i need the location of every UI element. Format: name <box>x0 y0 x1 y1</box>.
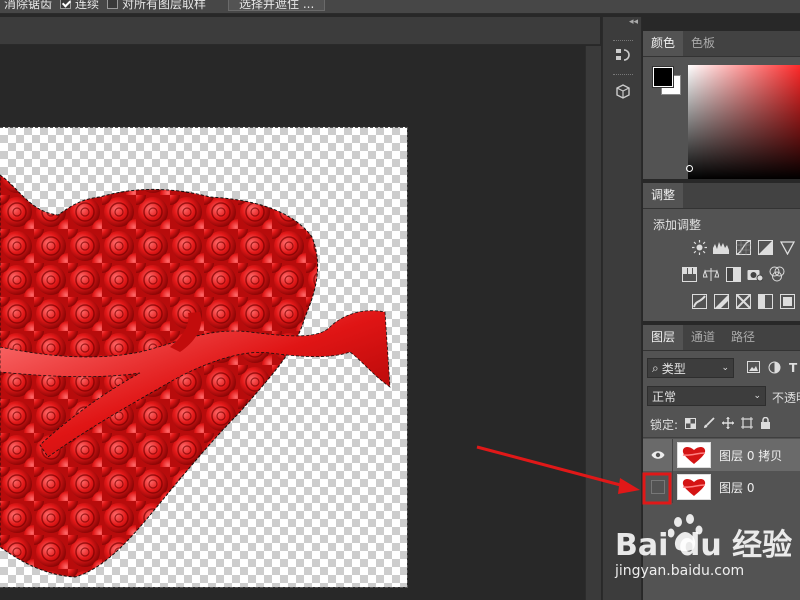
color-picker-cursor[interactable] <box>686 165 693 172</box>
tab-swatches[interactable]: 色板 <box>683 31 723 56</box>
photo-filter-icon[interactable] <box>747 266 763 282</box>
vertical-scrollbar[interactable] <box>585 46 601 600</box>
contiguous-label: 连续 <box>75 0 100 11</box>
chevron-down-icon: ⌄ <box>721 363 729 373</box>
layer-thumbnail <box>677 474 711 500</box>
layer-filter-select[interactable]: ⌕ 类型 ⌄ <box>647 358 734 378</box>
lock-transparent-icon[interactable] <box>685 417 697 432</box>
tab-color[interactable]: 颜色 <box>643 31 684 56</box>
tab-channels[interactable]: 通道 <box>683 325 723 350</box>
layer-row-copy[interactable]: 图层 0 拷贝 <box>643 439 800 471</box>
color-panel: 颜色 色板 <box>643 31 800 179</box>
anti-alias-label: 消除锯齿 <box>4 0 53 11</box>
levels-icon[interactable] <box>713 239 729 255</box>
layer-name[interactable]: 图层 0 <box>719 479 754 496</box>
lock-label: 锁定: <box>650 418 679 432</box>
layer-name[interactable]: 图层 0 拷贝 <box>719 447 782 464</box>
gradient-map-icon[interactable] <box>757 293 773 309</box>
channel-mixer-icon[interactable] <box>769 266 785 282</box>
blend-mode-select[interactable]: 正常 ⌄ <box>647 386 766 406</box>
layers-panel-tabs: 图层 通道 路径 <box>643 325 800 351</box>
foreground-color-swatch[interactable] <box>652 66 674 88</box>
color-picker-field[interactable] <box>688 65 800 179</box>
exposure-icon[interactable] <box>757 239 773 255</box>
history-icon[interactable] <box>609 42 637 68</box>
add-adjustment-title: 添加调整 <box>653 218 702 232</box>
document-tab-bar <box>0 17 600 45</box>
select-and-mask-label: 选择并遮住 ... <box>239 0 315 11</box>
tab-adjustments[interactable]: 调整 <box>643 183 684 208</box>
adjustments-panel: 调整 添加调整 <box>643 183 800 321</box>
layers-divider <box>643 437 800 438</box>
adjustment-row-2 <box>681 266 785 282</box>
watermark-url: jingyan.baidu.com <box>615 563 745 579</box>
black-white-icon[interactable] <box>725 266 741 282</box>
type-filter-icon[interactable]: T <box>789 361 797 377</box>
3d-cube-icon[interactable] <box>609 79 637 105</box>
selective-color-icon[interactable] <box>779 293 795 309</box>
strip-grip-2[interactable] <box>613 74 633 77</box>
hue-saturation-icon[interactable] <box>681 266 697 282</box>
invert-icon[interactable] <box>691 293 707 309</box>
brightness-icon[interactable] <box>691 239 707 255</box>
adjustment-row-1 <box>691 239 795 255</box>
opacity-label: 不透明度 <box>772 391 800 405</box>
layer-row-0[interactable]: 图层 0 <box>643 471 800 503</box>
lock-all-icon[interactable] <box>760 416 771 432</box>
blend-mode-value: 正常 <box>652 389 677 404</box>
sample-all-layers-checkbox[interactable] <box>107 0 119 9</box>
lock-position-icon[interactable] <box>722 417 735 432</box>
layer-visibility-toggle[interactable] <box>643 471 673 503</box>
sample-all-layers-option[interactable]: 对所有图层取样 <box>107 0 206 10</box>
layer-filter-icons: T <box>747 361 797 377</box>
curves-icon[interactable] <box>735 239 751 255</box>
adjustments-panel-tabs: 调整 <box>643 183 800 209</box>
layer-thumbnail <box>677 442 711 468</box>
adjustment-filter-icon[interactable] <box>768 361 781 377</box>
layer-visibility-toggle[interactable] <box>643 439 673 471</box>
tab-paths[interactable]: 路径 <box>723 325 763 350</box>
search-icon: ⌕ <box>652 360 659 375</box>
lock-row: 锁定: <box>650 416 771 433</box>
lock-artboard-icon[interactable] <box>741 417 754 432</box>
baidu-watermark: Bai du 经验 jingyan.baidu.com <box>613 508 800 584</box>
tab-layers[interactable]: 图层 <box>643 325 684 350</box>
color-panel-tabs: 颜色 色板 <box>643 31 800 57</box>
anti-alias-option[interactable]: 消除锯齿 <box>4 0 52 10</box>
sample-all-layers-label: 对所有图层取样 <box>122 0 207 11</box>
hidden-visibility-box <box>650 480 665 494</box>
options-bar: 消除锯齿 连续 对所有图层取样 选择并遮住 ... <box>0 0 800 14</box>
layer-filter-value: 类型 <box>661 361 686 376</box>
threshold-icon[interactable] <box>735 293 751 309</box>
eye-icon <box>651 451 664 459</box>
adjustment-row-3 <box>691 293 795 309</box>
watermark-brand: Bai du 经验 <box>615 528 793 563</box>
contiguous-checkbox[interactable] <box>60 0 72 9</box>
posterize-icon[interactable] <box>713 293 729 309</box>
vibrance-icon[interactable] <box>779 239 795 255</box>
double-chevron-left-icon[interactable]: ◂◂ <box>629 17 638 27</box>
rose-heart-artwork <box>0 174 391 578</box>
color-balance-icon[interactable] <box>703 266 719 282</box>
chevron-down-icon: ⌄ <box>753 391 761 401</box>
lock-pixels-icon[interactable] <box>703 417 715 432</box>
image-filter-icon[interactable] <box>747 361 760 377</box>
contiguous-option[interactable]: 连续 <box>60 0 99 10</box>
select-and-mask-button[interactable]: 选择并遮住 ... <box>228 0 326 11</box>
